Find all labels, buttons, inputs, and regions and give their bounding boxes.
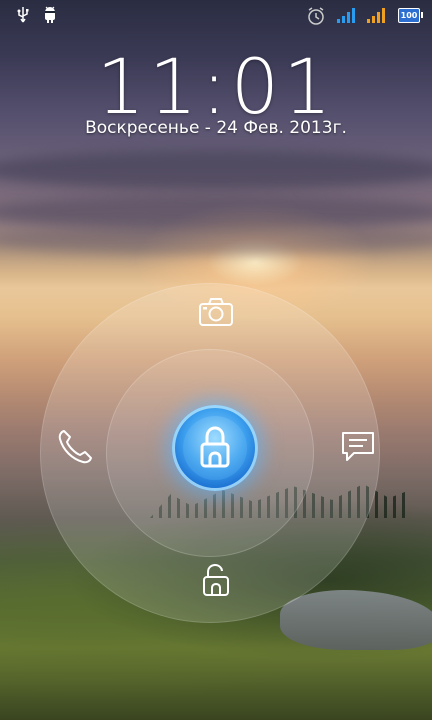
unlock-target[interactable] xyxy=(201,563,231,597)
lock-handle-button[interactable] xyxy=(172,405,258,491)
status-bar: 100 xyxy=(0,0,432,32)
wallpaper-cloud xyxy=(0,150,432,190)
wallpaper-rock xyxy=(280,590,432,650)
android-debug-icon xyxy=(42,6,58,28)
camera-target[interactable] xyxy=(198,296,234,328)
lockscreen-date: Воскресенье - 24 Фев. 2013г. xyxy=(85,118,347,138)
messages-target[interactable] xyxy=(340,430,376,464)
camera-icon xyxy=(199,298,233,326)
signal-icon-2 xyxy=(366,8,386,28)
phone-icon xyxy=(58,430,92,464)
phone-target[interactable] xyxy=(56,428,94,466)
usb-icon xyxy=(16,6,30,28)
signal-icon-1 xyxy=(336,8,356,28)
unlock-icon xyxy=(203,563,229,596)
lock-icon xyxy=(200,426,230,468)
alarm-icon xyxy=(306,6,326,30)
battery-icon: 100 xyxy=(398,8,423,23)
message-icon xyxy=(342,432,374,461)
wallpaper-cloud xyxy=(0,225,432,255)
battery-level: 100 xyxy=(400,11,418,20)
